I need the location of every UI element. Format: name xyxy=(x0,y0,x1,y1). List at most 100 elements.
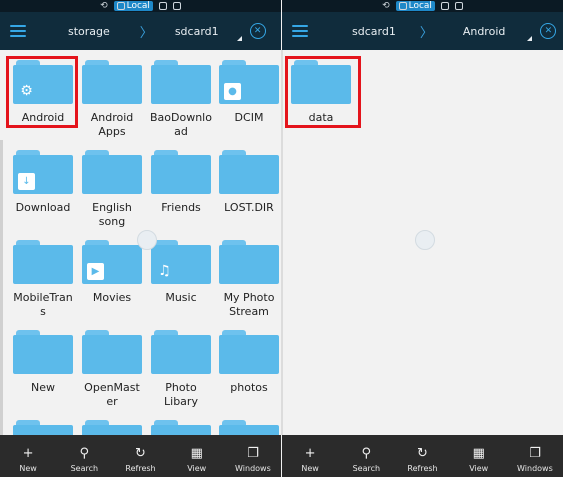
close-icon[interactable]: ✕ xyxy=(540,23,557,39)
menu-icon[interactable] xyxy=(10,25,26,37)
status-bar-right: ⟲ Local xyxy=(282,0,563,12)
scroll-handle[interactable] xyxy=(137,230,157,250)
breadcrumb-sdcard1[interactable]: sdcard1 xyxy=(175,25,219,38)
folder-partial[interactable] xyxy=(148,420,214,435)
search-button[interactable]: ⚲ Search xyxy=(56,435,112,477)
folder-android-apps[interactable]: Android Apps xyxy=(79,60,145,139)
folder-photos[interactable]: photos xyxy=(216,330,281,395)
breadcrumb-separator-icon: 〉 xyxy=(139,25,153,41)
phone-icon xyxy=(116,2,125,10)
folder-openmaster[interactable]: OpenMaster xyxy=(79,330,145,409)
folder-icon: ♫ xyxy=(151,240,211,284)
folder-baodownload[interactable]: BaoDownload xyxy=(148,60,214,139)
menu-icon[interactable] xyxy=(292,25,308,37)
refresh-icon: ⟲ xyxy=(100,1,108,11)
breadcrumb-separator-icon: 〉 xyxy=(419,25,433,41)
folder-icon xyxy=(82,150,142,194)
new-button[interactable]: + New xyxy=(0,435,56,477)
folder-icon xyxy=(151,420,211,435)
corner-icon xyxy=(527,35,533,41)
folder-partial[interactable] xyxy=(79,420,145,435)
folder-my-photo-stream[interactable]: My Photo Stream xyxy=(216,240,281,319)
folder-english-song[interactable]: English song xyxy=(79,150,145,229)
folder-icon xyxy=(13,420,73,435)
refresh-icon: ⟲ xyxy=(382,1,390,11)
folder-icon: ⚙ xyxy=(13,60,73,104)
screen: ⟲ Local storage 〉 sdcard1 ✕ ⟲ Local sdca… xyxy=(0,0,563,477)
refresh-button[interactable]: ↻ Refresh xyxy=(112,435,168,477)
search-button[interactable]: ⚲ Search xyxy=(338,435,394,477)
status-bar-left: ⟲ Local xyxy=(0,0,281,12)
folder-icon xyxy=(219,150,279,194)
windows-button[interactable]: ❐ Windows xyxy=(225,435,281,477)
scroll-handle[interactable] xyxy=(415,230,435,250)
breadcrumb-storage[interactable]: storage xyxy=(68,25,110,38)
refresh-icon: ↻ xyxy=(135,446,146,461)
windows-icon: ❐ xyxy=(247,446,259,461)
path-bar-right: sdcard1 〉 Android ✕ xyxy=(282,12,563,50)
folder-download[interactable]: ↓ Download xyxy=(10,150,76,215)
close-icon[interactable]: ✕ xyxy=(249,23,266,39)
folder-icon: ▶ xyxy=(82,240,142,284)
folder-data[interactable]: data xyxy=(288,60,354,125)
left-file-pane: ⚙ Android Android Apps BaoDownload ● DCI… xyxy=(0,50,281,435)
windows-button[interactable]: ❐ Windows xyxy=(507,435,563,477)
bottom-toolbar-right: + New ⚲ Search ↻ Refresh ▦ View ❐ Windows xyxy=(282,435,563,477)
folder-partial[interactable] xyxy=(216,420,281,435)
folder-movies[interactable]: ▶ Movies xyxy=(79,240,145,305)
plus-icon: + xyxy=(22,446,34,461)
folder-photo-libary[interactable]: Photo Libary xyxy=(148,330,214,409)
view-button[interactable]: ▦ View xyxy=(451,435,507,477)
folder-icon: ↓ xyxy=(13,150,73,194)
scroll-edge xyxy=(0,140,3,435)
bottom-toolbar-left: + New ⚲ Search ↻ Refresh ▦ View ❐ Windows xyxy=(0,435,281,477)
folder-icon xyxy=(219,420,279,435)
local-badge: Local xyxy=(395,1,435,11)
grid-icon: ▦ xyxy=(190,446,203,461)
folder-icon xyxy=(219,330,279,374)
right-file-pane: data xyxy=(283,50,563,435)
view-button[interactable]: ▦ View xyxy=(169,435,225,477)
folder-android[interactable]: ⚙ Android xyxy=(10,60,76,125)
refresh-button[interactable]: ↻ Refresh xyxy=(394,435,450,477)
music-note-icon: ♫ xyxy=(158,263,171,279)
folder-friends[interactable]: Friends xyxy=(148,150,214,215)
folder-icon xyxy=(82,330,142,374)
sd-icon xyxy=(440,2,449,10)
corner-icon xyxy=(236,35,242,41)
sd-icon xyxy=(158,2,167,10)
new-button[interactable]: + New xyxy=(282,435,338,477)
breadcrumb-android[interactable]: Android xyxy=(463,25,506,38)
folder-music[interactable]: ♫ Music xyxy=(148,240,214,305)
folder-icon xyxy=(13,330,73,374)
search-icon: ⚲ xyxy=(361,446,372,461)
folder-icon xyxy=(151,60,211,104)
folder-new[interactable]: New xyxy=(10,330,76,395)
folder-dcim[interactable]: ● DCIM xyxy=(216,60,281,125)
video-icon: ▶ xyxy=(87,263,104,280)
folder-icon xyxy=(151,150,211,194)
phone-icon xyxy=(398,2,407,10)
folder-icon xyxy=(151,330,211,374)
folder-icon xyxy=(82,420,142,435)
breadcrumb-sdcard1[interactable]: sdcard1 xyxy=(352,25,396,38)
folder-partial[interactable] xyxy=(10,420,76,435)
gear-icon: ⚙ xyxy=(20,83,33,99)
plus-icon: + xyxy=(304,446,316,461)
folder-icon: ● xyxy=(219,60,279,104)
copy-icon xyxy=(454,2,463,10)
folder-icon xyxy=(291,60,351,104)
refresh-icon: ↻ xyxy=(417,446,428,461)
grid-icon: ▦ xyxy=(472,446,485,461)
path-bar-left: storage 〉 sdcard1 ✕ xyxy=(0,12,281,50)
folder-icon xyxy=(82,60,142,104)
local-badge: Local xyxy=(113,1,153,11)
download-icon: ↓ xyxy=(18,173,35,190)
folder-mobiletrans[interactable]: MobileTrans xyxy=(10,240,76,319)
windows-icon: ❐ xyxy=(529,446,541,461)
folder-lost-dir[interactable]: LOST.DIR xyxy=(216,150,281,215)
search-icon: ⚲ xyxy=(79,446,90,461)
folder-icon xyxy=(13,240,73,284)
folder-icon xyxy=(219,240,279,284)
camera-icon: ● xyxy=(224,83,241,100)
